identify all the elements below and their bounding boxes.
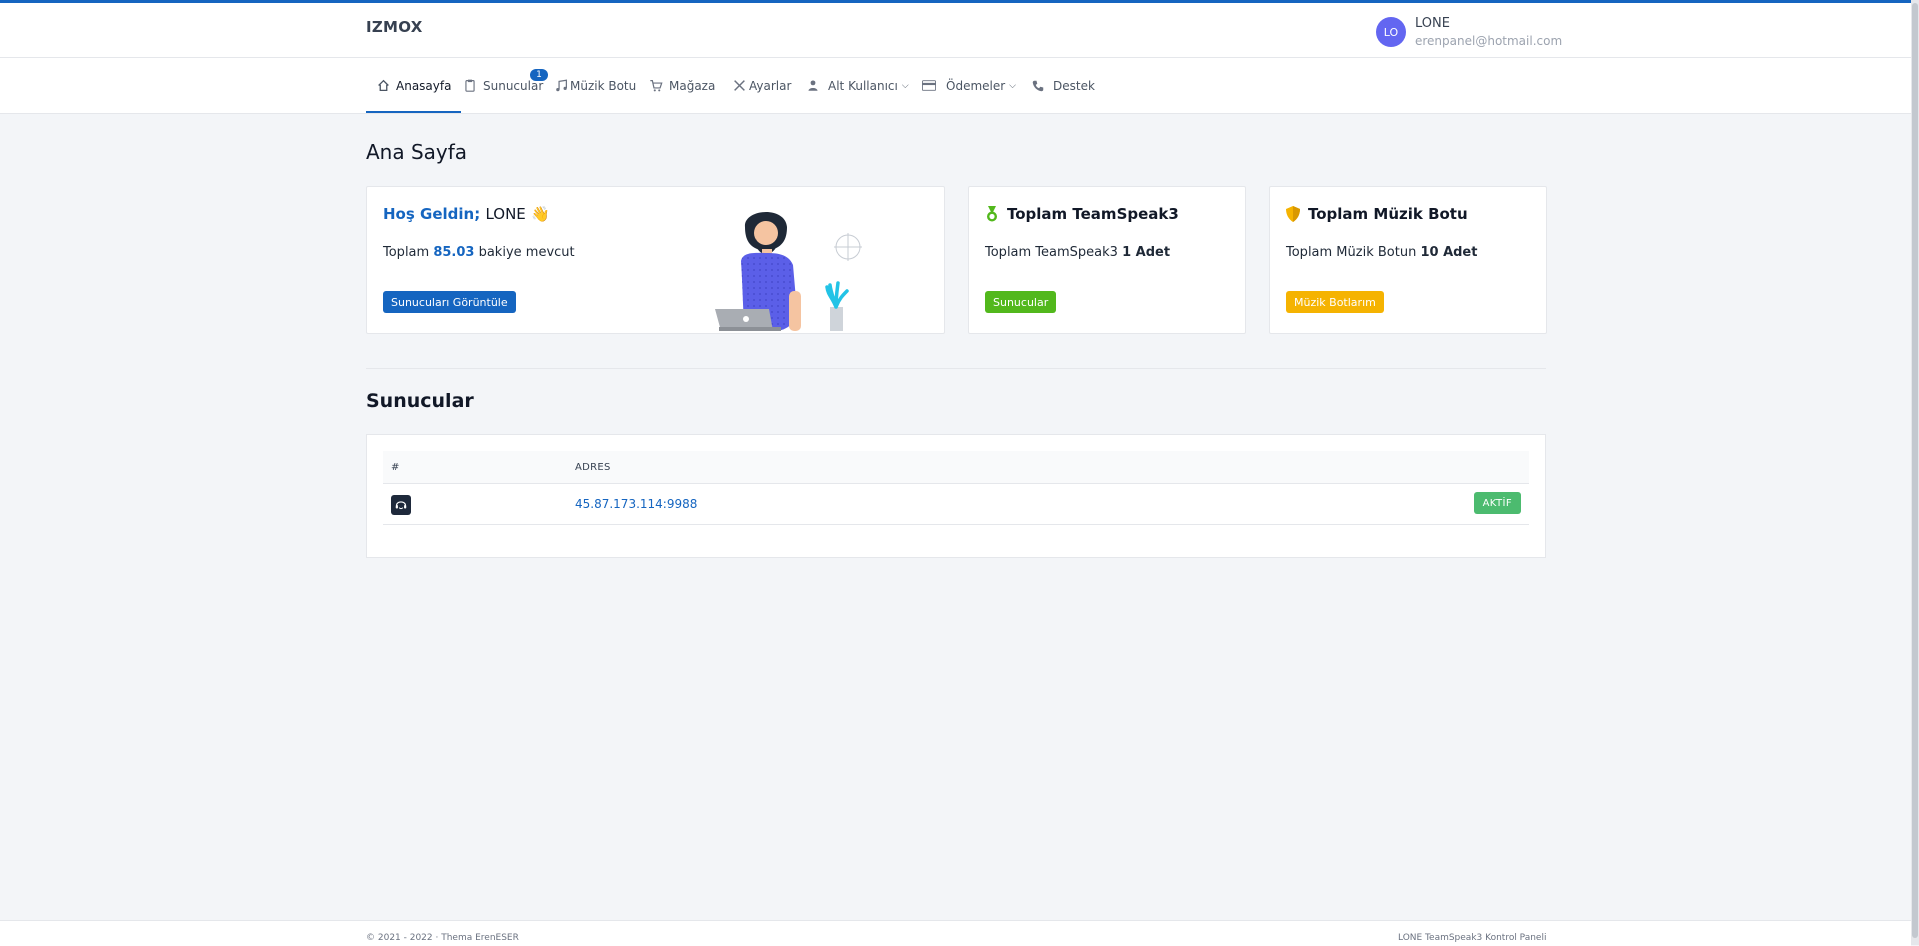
nav-label: Mağaza [669, 78, 716, 93]
nav-label: Alt Kullanıcı [828, 78, 898, 93]
scrollbar-thumb[interactable] [1912, 3, 1918, 938]
teamspeak-title-text: Toplam TeamSpeak3 [1007, 205, 1179, 223]
nav-label: Ayarlar [749, 78, 792, 93]
shopping-cart-icon [649, 79, 663, 93]
user-name: LONE [1415, 16, 1450, 31]
welcome-card: Hoş Geldin; LONE 👋 Toplam 85.03 bakiye m… [366, 186, 945, 334]
balance-prefix: Toplam [383, 245, 430, 260]
music-bot-count: 10 Adet [1420, 245, 1478, 260]
table-header: # ADRES [383, 451, 1529, 484]
teamspeak-count: 1 Adet [1122, 245, 1171, 260]
waving-hand-icon: 👋 [531, 205, 550, 223]
nav-label: Destek [1053, 78, 1095, 93]
server-address-link[interactable]: 45.87.173.114:9988 [575, 497, 697, 511]
welcome-illustration [715, 211, 862, 331]
top-header: IZMOX LO LONE erenpanel@hotmail.com [0, 3, 1911, 58]
nav-item-anasayfa[interactable]: Anasayfa [366, 58, 462, 113]
chevron-down-icon: ⌵ [1009, 80, 1016, 91]
footer-copyright: © 2021 - 2022 · Thema ErenESER [366, 933, 519, 943]
music-note-icon [554, 79, 568, 93]
nav-label: Ödemeler [946, 78, 1006, 93]
music-bot-title-text: Toplam Müzik Botu [1308, 205, 1468, 223]
server-count-badge: 1 [530, 69, 548, 81]
music-bot-count-prefix: Toplam Müzik Botun [1286, 245, 1417, 260]
balance-suffix: bakiye mevcut [478, 245, 575, 260]
table-row: 45.87.173.114:9988 AKTİF [383, 484, 1529, 525]
music-bot-card: Toplam Müzik Botu Toplam Müzik Botun 10 … [1269, 186, 1547, 334]
status-badge: AKTİF [1473, 492, 1521, 514]
chevron-down-icon: ⌵ [901, 80, 909, 91]
nav-item-muzik-botu[interactable]: Müzik Botu [554, 58, 636, 113]
nav-item-destek[interactable]: Destek [1031, 58, 1095, 113]
credit-card-icon [922, 79, 936, 93]
balance-text: Toplam 85.03 bakiye mevcut [383, 245, 575, 260]
user-icon [806, 79, 820, 93]
shield-icon [1286, 206, 1300, 222]
footer: © 2021 - 2022 · Thema ErenESER LONE Team… [0, 920, 1911, 946]
footer-panel-name: LONE TeamSpeak3 Kontrol Paneli [1398, 933, 1547, 943]
nav-item-ayarlar[interactable]: Ayarlar [732, 58, 791, 113]
brand-logo[interactable]: IZMOX [366, 18, 423, 36]
column-header-address: ADRES [575, 462, 611, 473]
section-divider [366, 368, 1546, 369]
medal-icon [987, 206, 997, 222]
clipboard-icon [463, 79, 477, 93]
page-title: Ana Sayfa [366, 140, 468, 164]
main-nav: Anasayfa Sunucular 1 Müzik Botu Mağaza A… [0, 58, 1911, 114]
balance-amount: 85.03 [433, 245, 475, 260]
tools-icon [732, 79, 746, 93]
nav-label: Müzik Botu [570, 78, 637, 93]
page-scrollbar[interactable] [1911, 0, 1919, 945]
teamspeak-card-title: Toplam TeamSpeak3 [985, 205, 1179, 223]
teamspeak-count-prefix: Toplam TeamSpeak3 [985, 245, 1118, 260]
servers-button[interactable]: Sunucular [985, 291, 1057, 313]
nav-item-sunucular[interactable]: Sunucular [463, 58, 543, 113]
teamspeak-card: Toplam TeamSpeak3 Toplam TeamSpeak3 1 Ad… [968, 186, 1246, 334]
my-music-bots-button[interactable]: Müzik Botlarım [1286, 291, 1384, 313]
column-header-number: # [391, 462, 400, 473]
user-email: erenpanel@hotmail.com [1415, 34, 1563, 48]
nav-item-odemeler[interactable]: Ödemeler ⌵ [922, 58, 1016, 113]
view-servers-button[interactable]: Sunucuları Görüntüle [383, 291, 516, 313]
home-icon [376, 79, 390, 93]
nav-label: Anasayfa [396, 78, 452, 93]
music-bot-count-text: Toplam Müzik Botun 10 Adet [1286, 245, 1477, 260]
welcome-user-name: LONE [485, 205, 526, 223]
phone-icon [1031, 79, 1045, 93]
avatar[interactable]: LO [1376, 17, 1406, 47]
servers-section-title: Sunucular [366, 390, 474, 412]
welcome-greeting: Hoş Geldin; [383, 205, 481, 223]
teamspeak-count-text: Toplam TeamSpeak3 1 Adet [985, 245, 1170, 260]
welcome-heading: Hoş Geldin; LONE 👋 [383, 205, 550, 223]
music-bot-card-title: Toplam Müzik Botu [1286, 205, 1468, 223]
servers-table-card: # ADRES 45.87.173.114:9988 AKTİF [366, 434, 1546, 558]
nav-item-alt-kullanici[interactable]: Alt Kullanıcı ⌵ [806, 58, 909, 113]
teamspeak-icon [391, 495, 411, 515]
nav-item-magaza[interactable]: Mağaza [649, 58, 715, 113]
